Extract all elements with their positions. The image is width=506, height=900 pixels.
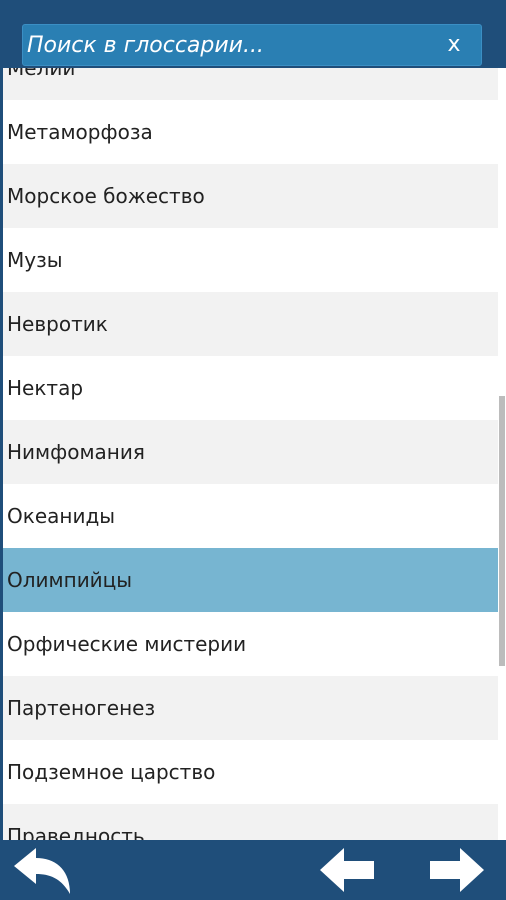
- list-item[interactable]: Партеногенез: [3, 676, 498, 740]
- previous-button[interactable]: [318, 844, 388, 896]
- list-item[interactable]: Мелии: [3, 68, 498, 100]
- back-arrow-icon: [14, 848, 70, 894]
- list-item[interactable]: Океаниды: [3, 484, 498, 548]
- list-item[interactable]: Нектар: [3, 356, 498, 420]
- scrollbar-thumb[interactable]: [499, 396, 505, 666]
- list-item[interactable]: Музы: [3, 228, 498, 292]
- scrollbar[interactable]: [498, 68, 506, 840]
- list-item-selected[interactable]: Олимпийцы: [3, 548, 498, 612]
- next-button[interactable]: [426, 844, 496, 896]
- glossary-list: Мелии Метаморфоза Морское божество Музы …: [3, 68, 498, 840]
- top-bar: x: [0, 0, 506, 68]
- right-arrow-icon: [430, 848, 484, 892]
- list-item[interactable]: Морское божество: [3, 164, 498, 228]
- left-arrow-icon: [320, 848, 374, 892]
- bottom-nav-bar: [0, 840, 506, 900]
- clear-search-button[interactable]: x: [439, 30, 469, 60]
- list-item[interactable]: Метаморфоза: [3, 100, 498, 164]
- search-box: x: [22, 24, 482, 66]
- list-item[interactable]: Праведность: [3, 804, 498, 840]
- search-input[interactable]: [23, 25, 423, 65]
- list-item[interactable]: Орфические мистерии: [3, 612, 498, 676]
- back-button[interactable]: [8, 844, 78, 896]
- list-item[interactable]: Подземное царство: [3, 740, 498, 804]
- list-item[interactable]: Нимфомания: [3, 420, 498, 484]
- list-item[interactable]: Невротик: [3, 292, 498, 356]
